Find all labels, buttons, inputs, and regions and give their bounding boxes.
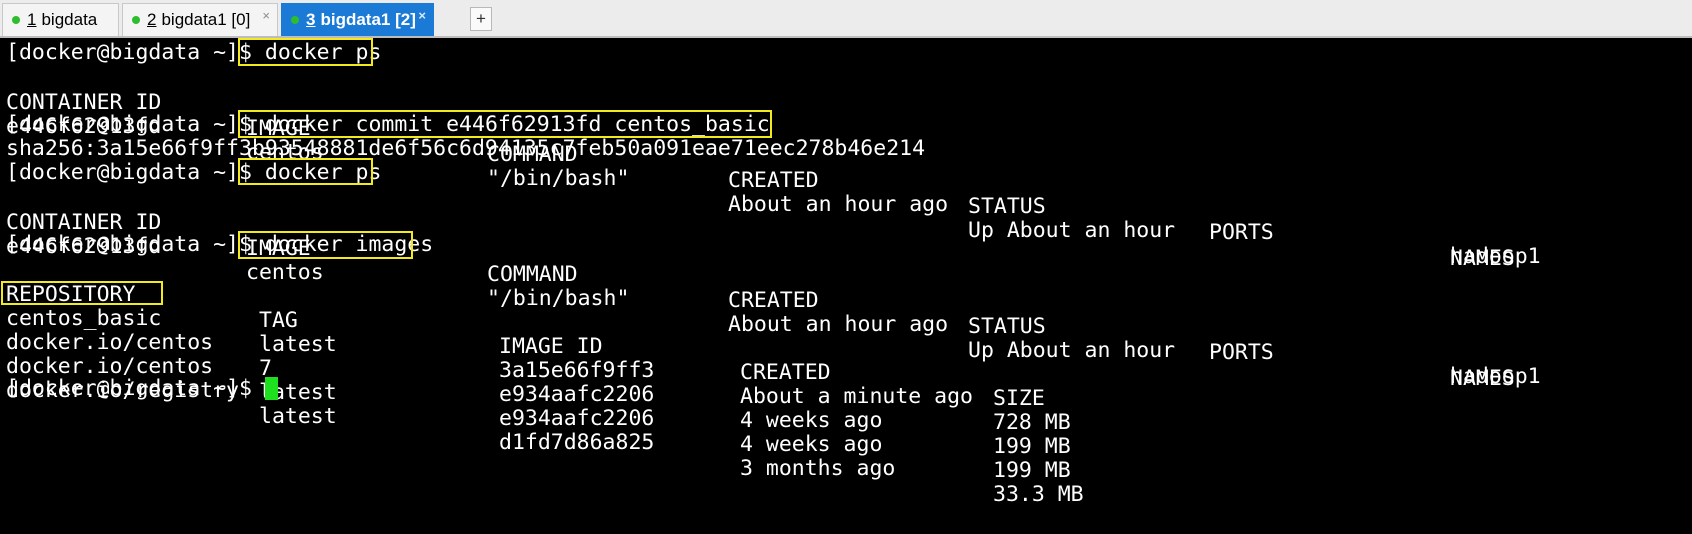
cell: hadoop1 — [1450, 244, 1541, 269]
cell: About an hour ago — [728, 312, 949, 337]
prompt-line: [docker@bigdata ~]$ — [6, 376, 278, 402]
column-header: SIZE — [993, 386, 1045, 411]
column-header: CREATED — [728, 288, 819, 313]
column-header: CREATED — [740, 360, 831, 385]
cell: e934aafc2206 — [499, 406, 655, 431]
highlight-box — [238, 38, 373, 66]
prompt: [docker@bigdata ~]$ — [6, 232, 265, 257]
cell: e934aafc2206 — [499, 382, 655, 407]
prompt: [docker@bigdata ~]$ — [6, 376, 265, 401]
prompt: [docker@bigdata ~]$ — [6, 112, 265, 137]
prompt: [docker@bigdata ~]$ — [6, 160, 265, 185]
commit-output: sha256:3a15e66f9ff3b93548881de6f56c6d941… — [6, 136, 926, 161]
column-header: PORTS — [1209, 340, 1274, 365]
terminal-output[interactable]: [docker@bigdata ~]$ docker ps CONTAINER … — [0, 38, 1692, 507]
close-tab-icon[interactable]: × — [262, 0, 270, 32]
cell: d1fd7d86a825 — [499, 430, 655, 455]
cell: 4 weeks ago — [740, 408, 883, 433]
tab-bigdata[interactable]: 1 bigdata — [2, 3, 119, 36]
cell: 728 MB — [993, 410, 1071, 435]
ps-container-row: e446f62913fd centos "/bin/bash" About an… — [6, 88, 1541, 269]
tab-label: bigdata — [41, 10, 98, 29]
cell: "/bin/bash" — [487, 286, 630, 311]
image-row: docker.io/registry latest d1fd7d86a825 3… — [6, 352, 1084, 507]
connected-status-icon — [291, 15, 299, 24]
tab-number: 1 — [27, 10, 37, 29]
cell: 3a15e66f9ff3 — [499, 358, 655, 383]
tab-label: bigdata1 [2] — [320, 10, 416, 29]
tab-bigdata1-0[interactable]: 2 bigdata1 [0] × — [122, 3, 278, 36]
column-header: STATUS — [968, 314, 1046, 339]
column-header: IMAGE ID — [499, 334, 603, 359]
tab-bigdata1-2[interactable]: 3 bigdata1 [2] × — [281, 3, 434, 36]
connected-status-icon — [132, 15, 140, 24]
cell: 199 MB — [993, 434, 1071, 459]
cell: 3 months ago — [740, 456, 896, 481]
cell: hadoop1 — [1450, 364, 1541, 389]
highlight-box — [238, 231, 413, 259]
connected-status-icon — [12, 15, 20, 24]
cell: "/bin/bash" — [487, 166, 630, 191]
image-row: docker.io/centos 7 e934aafc2206 4 weeks … — [6, 304, 1071, 459]
prompt: [docker@bigdata ~]$ — [6, 40, 265, 65]
session-tab-bar: 1 bigdata 2 bigdata1 [0] × 3 bigdata1 [2] ×… — [0, 0, 1692, 38]
cell: 33.3 MB — [993, 482, 1084, 507]
highlight-box — [238, 158, 373, 185]
cell: 199 MB — [993, 458, 1071, 483]
highlight-box — [238, 110, 772, 138]
cell: centos — [246, 260, 324, 285]
column-header: TAG — [259, 308, 298, 333]
tab-number: 3 — [306, 10, 316, 29]
new-tab-button[interactable]: + — [470, 7, 492, 31]
column-header: STATUS — [968, 194, 1046, 219]
cell: About a minute ago — [740, 384, 973, 409]
ps-header-row: CONTAINER ID IMAGE COMMAND CREATED STATU… — [6, 64, 1515, 271]
cell: 4 weeks ago — [740, 432, 883, 457]
images-header-row: REPOSITORY TAG IMAGE ID CREATED SIZE — [6, 256, 1045, 411]
close-tab-icon[interactable]: × — [418, 0, 426, 32]
text-cursor — [264, 376, 278, 400]
column-header: COMMAND — [487, 262, 578, 287]
cell: Up About an hour — [968, 218, 1176, 243]
highlight-box — [1, 281, 163, 305]
cell: latest — [259, 332, 337, 357]
column-header: CREATED — [728, 168, 819, 193]
cell: Up About an hour — [968, 338, 1176, 363]
ps-header-row: CONTAINER ID IMAGE COMMAND CREATED STATU… — [6, 184, 1515, 391]
ps-container-row: e446f62913fd centos "/bin/bash" About an… — [6, 208, 1541, 389]
tab-number: 2 — [147, 10, 157, 29]
cell: latest — [259, 404, 337, 429]
tab-label: bigdata1 [0] — [161, 10, 251, 29]
image-row: docker.io/centos latest e934aafc2206 4 w… — [6, 328, 1071, 483]
cell: About an hour ago — [728, 192, 949, 217]
column-header: PORTS — [1209, 220, 1274, 245]
